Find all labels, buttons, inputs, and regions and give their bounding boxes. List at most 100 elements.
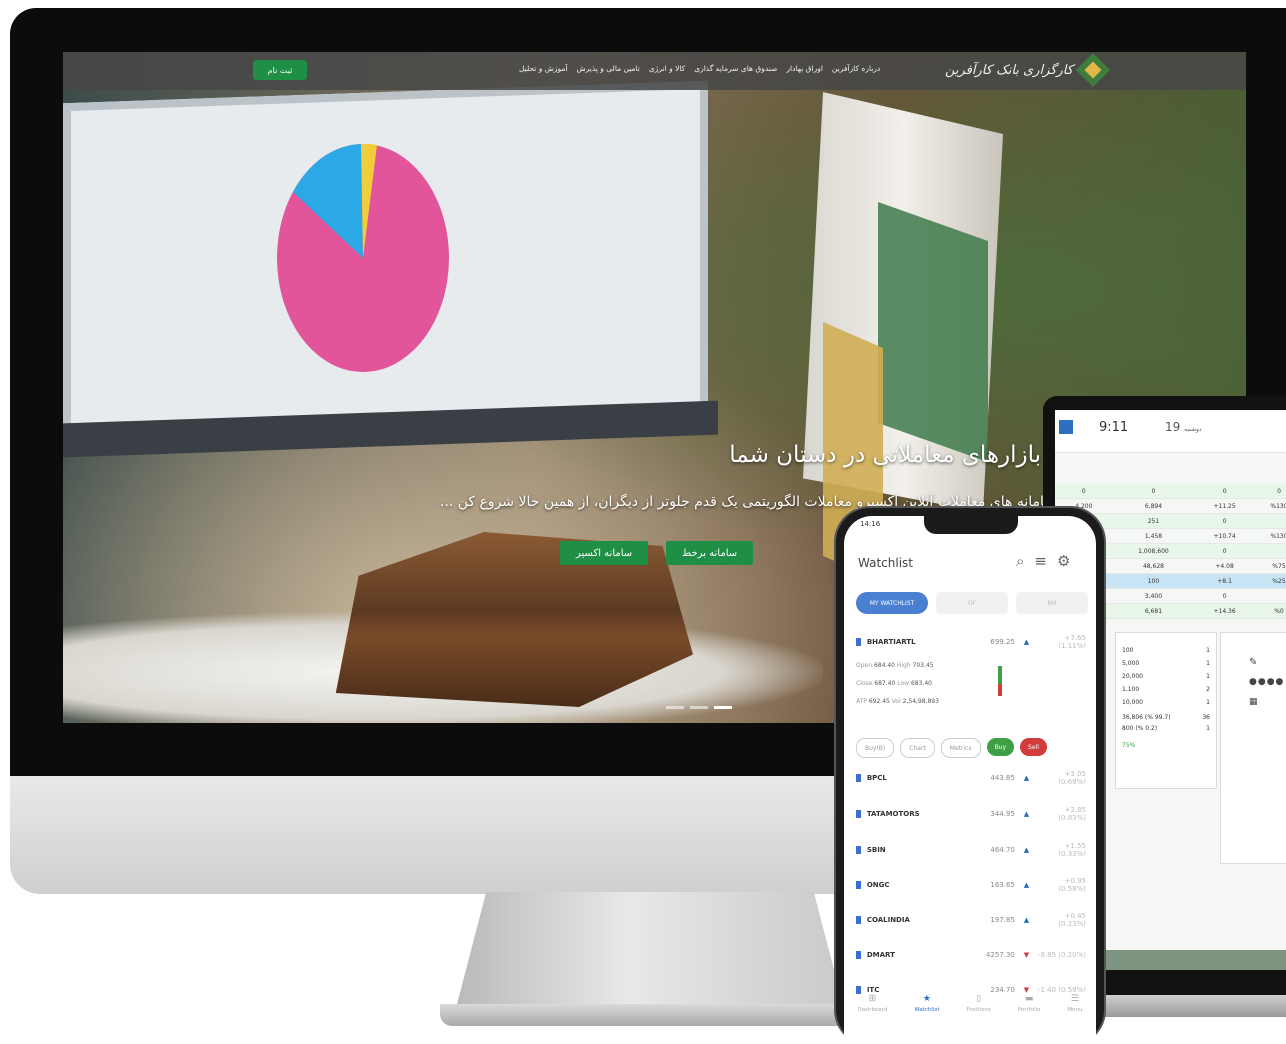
watchlist-row[interactable]: COALINDIA 197.85 ▲ +0.45 (0.23%)	[856, 910, 1086, 930]
tab-my-watchlist[interactable]: MY WATCHLIST	[856, 592, 928, 614]
cell: %130	[1254, 528, 1286, 544]
search-icon[interactable]: ⌕	[1016, 552, 1024, 570]
stock-price: 344.95	[990, 810, 1015, 818]
sell-button[interactable]: Sell	[1020, 738, 1047, 756]
nav-label: Dashboard	[857, 1007, 888, 1013]
chart-button[interactable]: Chart	[900, 738, 935, 758]
header-icons: ⌕ ≡ ⚙	[1016, 552, 1070, 570]
panel-cell: 1	[1206, 647, 1210, 654]
cell: +4.08	[1194, 558, 1255, 574]
cell	[1254, 543, 1286, 559]
cell: 6,894	[1112, 498, 1195, 514]
menu-icon: ☰	[1070, 994, 1079, 1004]
stock-name: BPCL	[866, 774, 887, 782]
panel-row: 800 (% 0.2) 1	[1116, 721, 1216, 732]
cell: 3,400	[1112, 588, 1195, 604]
cell: 1,458	[1112, 528, 1195, 544]
close-value: 687.40	[874, 680, 896, 687]
list-icon[interactable]: ≡	[1034, 552, 1047, 570]
nav-menu[interactable]: ☰ Menu	[1067, 994, 1082, 1034]
panel-cell: 5,000	[1122, 660, 1140, 667]
panel-cell: 1,100	[1122, 686, 1140, 693]
settings-icon[interactable]: ⚙	[1057, 552, 1070, 570]
stock-name: COALINDIA	[866, 916, 910, 924]
briefcase-icon: ▬	[1024, 994, 1034, 1004]
stock-name: ITC	[866, 986, 880, 994]
panel-row: 1,100 2	[1116, 680, 1216, 693]
cell: %0	[1254, 603, 1286, 619]
nav-item-securities[interactable]: اوراق بهادار	[786, 64, 823, 73]
stock-price: 197.85	[990, 916, 1015, 924]
calculator-icon[interactable]: ▦	[1249, 697, 1258, 707]
signup-button[interactable]: ثبت نام	[253, 60, 307, 80]
carousel-dot[interactable]	[690, 706, 708, 709]
watchlist-row[interactable]: TATAMOTORS 344.95 ▲ +2.85 (0.83%)	[856, 804, 1086, 824]
bookmark-icon	[856, 986, 861, 994]
detail-line: Open 684.40 High 703.45	[856, 662, 934, 669]
nav-portfolio[interactable]: ▬ Portfolio	[1018, 994, 1041, 1034]
up-arrow-icon: ▲	[1023, 638, 1030, 646]
exir-platform-button[interactable]: سامانه اکسیر	[560, 541, 649, 565]
metrics-button[interactable]: Metrics	[940, 738, 981, 758]
nav-label: Watchlist	[914, 1007, 940, 1013]
cell: 1,008,600	[1112, 543, 1195, 559]
date-weekday: دوشنبه	[1184, 426, 1202, 433]
edit-icon[interactable]: ✎	[1249, 657, 1257, 668]
down-arrow-icon: ▼	[1023, 951, 1030, 959]
logo-icon	[1075, 53, 1110, 87]
panel-cell: 800 (% 0.2)	[1122, 725, 1158, 732]
order-book-panel: 100 1 5,000 1 20,000 1 1,100 2 10,000 1 36,80…	[1115, 632, 1217, 789]
hero-title: بازارهای معاملاتی در دستان شما	[729, 442, 1041, 468]
watchlist-row[interactable]: ONGC 163.65 ▲ +0.95 (0.58%)	[856, 875, 1086, 895]
low-label: Low	[897, 680, 910, 687]
phone-status-time: 14:16	[860, 520, 881, 528]
stock-price: 4257.30	[985, 951, 1015, 959]
volume-value: 2,54,98,893	[902, 698, 939, 705]
bookmark-icon	[856, 810, 861, 818]
watchlist-row[interactable]: DMART 4257.30 ▼ -8.85 (0.20%)	[856, 945, 1086, 965]
stock-change: +0.95 (0.58%)	[1058, 877, 1086, 893]
keypad-icon[interactable]: ●●●●	[1249, 677, 1284, 687]
tab-nh[interactable]: NH	[1016, 592, 1088, 614]
bookmark-icon	[856, 951, 861, 959]
buy-b-button[interactable]: Buy(B)	[856, 738, 895, 758]
panel-row: 36,806 (% 99.7) 36	[1116, 706, 1216, 721]
cell: +10.74	[1194, 528, 1255, 544]
positions-icon: ▯	[976, 994, 982, 1004]
stock-name: BHARTIARTL	[866, 638, 916, 646]
bottom-navigation: ⊞ Dashboard ★ Watchlist ▯ Positions ▬ Portfo…	[844, 994, 1096, 1034]
dashboard-icon: ⊞	[868, 994, 877, 1004]
tab-of[interactable]: OF	[936, 592, 1008, 614]
nav-positions[interactable]: ▯ Positions	[967, 994, 991, 1034]
nav-menu: درباره کارآفرین اوراق بهادار صندوق های س…	[519, 64, 880, 73]
nav-dashboard[interactable]: ⊞ Dashboard	[857, 994, 887, 1034]
cell: %75	[1254, 558, 1286, 574]
watchlist-row[interactable]: SBIN 464.70 ▲ +1.55 (0.33%)	[856, 840, 1086, 860]
laptop-status-bar: 9:11 دوشنبه 19	[1055, 410, 1286, 453]
table-row[interactable]: 0000	[1055, 484, 1286, 499]
stock-change: +2.85 (0.83%)	[1058, 806, 1086, 822]
cell: 100	[1112, 573, 1195, 589]
nav-item-about[interactable]: درباره کارآفرین	[832, 64, 880, 73]
brand-logo[interactable]: کارگزاری بانک کارآفرین	[945, 53, 1110, 87]
watchlist-row-expanded[interactable]: BHARTIARTL 699.25 ▲ +7.65 (1.11%)	[856, 632, 1086, 652]
online-trading-button[interactable]: سامانه برخط	[666, 541, 754, 565]
stock-change: -1.40 (0.59%)	[1037, 986, 1086, 994]
stock-price: 464.70	[990, 846, 1015, 854]
nav-item-commodities[interactable]: کالا و انرژی	[649, 64, 685, 73]
phone-watchlist-app: 14:16 Watchlist ⌕ ≡ ⚙ MY WATCHLIST OF NH…	[844, 516, 1096, 1044]
cell	[1254, 513, 1286, 529]
carousel-dot-active[interactable]	[714, 706, 732, 709]
nav-item-funds[interactable]: صندوق های سرمایه گذاری	[694, 64, 777, 73]
nav-item-financing[interactable]: تامین مالی و پذیرش	[577, 64, 640, 73]
cell: 0	[1055, 484, 1113, 499]
stock-price: 699.25	[990, 638, 1015, 646]
bookmark-icon	[856, 881, 861, 889]
buy-button[interactable]: Buy	[986, 738, 1015, 756]
carousel-dot[interactable]	[666, 706, 684, 709]
nav-item-education[interactable]: آموزش و تحلیل	[519, 64, 568, 73]
watchlist-row[interactable]: BPCL 443.85 ▲ +3.05 (0.69%)	[856, 768, 1086, 788]
table-row[interactable]: 4,200 6,894 +11.25 %130	[1055, 498, 1286, 514]
nav-watchlist[interactable]: ★ Watchlist	[914, 994, 939, 1034]
stock-action-buttons: Buy(B) Chart Metrics Buy Sell	[856, 738, 1047, 758]
